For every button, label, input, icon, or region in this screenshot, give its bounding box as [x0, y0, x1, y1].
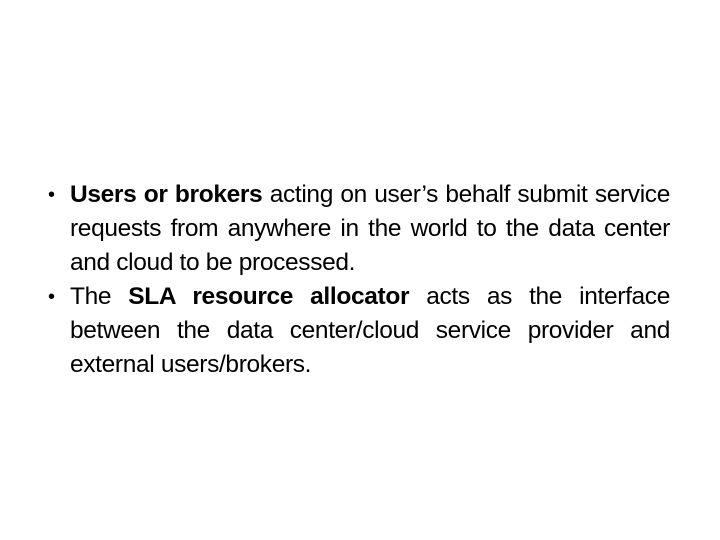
bullet-dot-icon: •: [48, 286, 55, 308]
bullet-list: • Users or brokers acting on user’s beha…: [48, 178, 670, 382]
bullet-item-sla-resource-allocator: • The SLA resource allocator acts as the…: [48, 280, 670, 382]
bullet-text-bold: SLA resource allocator: [128, 283, 410, 310]
slide: • Users or brokers acting on user’s beha…: [0, 0, 720, 540]
bullet-text: The: [70, 283, 129, 310]
bullet-item-users-or-brokers: • Users or brokers acting on user’s beha…: [48, 178, 670, 280]
bullet-dot-icon: •: [48, 184, 55, 206]
bullet-text-bold: Users or brokers: [70, 181, 263, 208]
